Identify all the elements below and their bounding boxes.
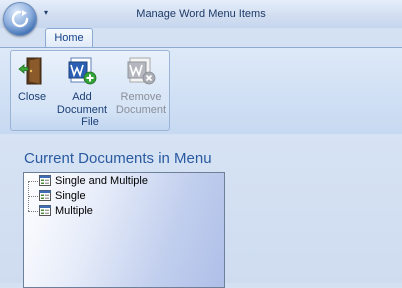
close-button-label: Close — [17, 91, 47, 103]
exit-door-icon — [16, 55, 48, 87]
close-button[interactable]: Close — [14, 55, 50, 104]
add-document-button[interactable]: Add Document — [55, 55, 109, 117]
document-item-icon — [39, 175, 51, 186]
group-label-file: File — [81, 116, 99, 128]
add-document-label-line1: Add — [72, 91, 92, 103]
tab-home[interactable]: Home — [45, 28, 93, 48]
ribbon-group-file: Close Add Document Remove Document File — [10, 50, 170, 131]
tree-item-label: Single — [55, 190, 86, 202]
main-panel: Current Documents in Menu Single and Mul… — [0, 134, 402, 288]
ribbon-tab-row: Home — [0, 28, 402, 48]
document-item-icon — [39, 190, 51, 201]
refresh-icon — [11, 10, 29, 28]
word-document-remove-icon — [125, 55, 157, 87]
tree-item-label: Multiple — [55, 205, 93, 217]
documents-tree[interactable]: Single and Multiple Single Multiple — [23, 172, 225, 288]
application-menu-button[interactable] — [3, 2, 37, 36]
window-title: Manage Word Menu Items — [136, 8, 266, 20]
ribbon: Close Add Document Remove Document File — [0, 47, 402, 135]
section-title: Current Documents in Menu — [24, 150, 212, 167]
document-item-icon — [39, 205, 51, 216]
tree-branch-line — [28, 181, 38, 182]
remove-document-label-line1: Remove — [120, 91, 162, 103]
title-bar: ▾ Manage Word Menu Items — [0, 0, 402, 36]
word-document-add-icon — [66, 55, 98, 87]
tree-branch-line — [28, 211, 38, 212]
tree-branch-line — [28, 196, 38, 197]
remove-document-button[interactable]: Remove Document — [113, 55, 169, 117]
tree-item-label: Single and Multiple — [55, 175, 148, 187]
